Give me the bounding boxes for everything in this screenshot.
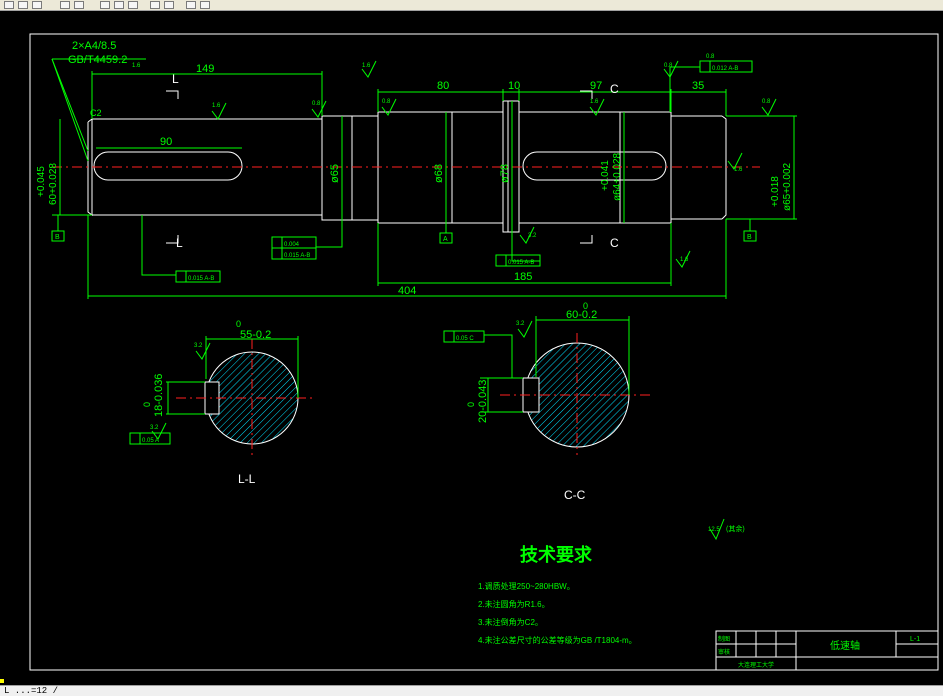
sec-c-rough: 3.2 [516, 321, 525, 327]
sec-c-box: 0.05 C [456, 336, 474, 342]
toolbar-button-copy[interactable] [114, 1, 124, 9]
spline-note-2: GB/T4459.2 [68, 54, 127, 66]
dia-right-tol-up: +0.018 [770, 176, 781, 207]
tol-box-top-label: 0.8 [706, 54, 715, 60]
rough-3: 1.6 [362, 63, 371, 69]
rough-8: 1.6 [680, 257, 689, 263]
spline-note-sub: 1.6 [132, 63, 141, 69]
dimensions: 149 90 80 10 97 35 185 404 C2 +0.045 60+… [36, 63, 797, 299]
section-c-c: 0 60-0.2 0 20-0.043 3.2 0.05 C C-C [443, 301, 650, 502]
tech-requirements: 技术要求 1.调质处理250~280HBW。 2.未注圆角为R1.6。 3.未注… [478, 544, 637, 645]
rough-rest-value: 12.5 [708, 527, 720, 533]
datum-b-right: B [747, 234, 752, 241]
tb-school: 大连理工大学 [738, 661, 774, 669]
section-l-l: 0 55-0.2 0 18-0.036 3.2 3.2 0.05 A L-L [129, 319, 316, 486]
dia-left-tol-low: 60+0.028 [48, 163, 59, 205]
spline-note-1: 2×A4/8.5 [72, 40, 116, 52]
sec-l-box: 0.05 A [142, 438, 159, 444]
tech-item-3: 3.未注倒角为C2。 [478, 617, 543, 627]
toolbar [0, 0, 943, 11]
drawing-canvas[interactable]: 149 90 80 10 97 35 185 404 C2 +0.045 60+… [0, 11, 943, 685]
dia-78: ø78 [499, 164, 511, 183]
dia-left-tol-up: +0.045 [36, 166, 47, 197]
rough-rest: 12.5 (其余) [708, 518, 745, 541]
toolbar-button-pan[interactable] [186, 1, 196, 9]
rough-2: 0.8 [312, 101, 321, 107]
dim-35: 35 [692, 80, 704, 92]
sec-c-side-tol: 0 [466, 402, 476, 407]
datum-b-left: B [55, 234, 60, 241]
tb-check: 审核 [718, 648, 730, 656]
toolbar-button-preview[interactable] [74, 1, 84, 9]
rough-rest-label: (其余) [726, 524, 745, 533]
datum-boxes: B A B [51, 215, 757, 244]
title-block: 制图 审核 低速轴 L-1 大连理工大学 [715, 630, 939, 671]
sec-l-rough: 3.2 [194, 343, 203, 349]
command-line[interactable]: L ...=12 / [0, 685, 943, 696]
rough-6: 0.8 [762, 99, 771, 105]
sec-l-label: L-L [238, 472, 256, 486]
tb-drawing-no: L-1 [910, 636, 920, 643]
dim-10: 10 [508, 80, 520, 92]
tol-box-2b: 0.015 A-B [284, 253, 310, 259]
toolbar-button-save[interactable] [32, 1, 42, 9]
toolbar-button-paste[interactable] [128, 1, 138, 9]
toolbar-button-undo[interactable] [150, 1, 160, 9]
tol-box-3: 0.015 A-B [508, 260, 534, 266]
sec-l-rough-2: 3.2 [150, 425, 159, 431]
sec-c-top: 60-0.2 [566, 309, 597, 321]
sec-l-side: 18-0.036 [153, 374, 165, 417]
tech-item-1: 1.调质处理250~280HBW。 [478, 581, 575, 591]
sec-l-top: 55-0.2 [240, 329, 271, 341]
dim-97: 97 [590, 80, 602, 92]
rough-10: 1.6 [734, 167, 743, 173]
toolbar-button-open[interactable] [18, 1, 28, 9]
keyway-left [93, 151, 243, 181]
drawing-border [29, 33, 939, 671]
dia-65: ø65 [329, 164, 341, 183]
tol-box-2a: 0.004 [284, 242, 300, 248]
dia-mid-tol-up: +0.041 [600, 160, 611, 191]
rough-7: 0.8 [664, 63, 673, 69]
toolbar-button-cut[interactable] [100, 1, 110, 9]
dim-80: 80 [437, 80, 449, 92]
tech-item-2: 2.未注圆角为R1.6。 [478, 599, 550, 609]
toolbar-button-print[interactable] [60, 1, 70, 9]
keyway-right [522, 151, 667, 181]
datum-a: A [443, 236, 448, 243]
tol-box-top: 0.012 A-B [712, 66, 738, 72]
dim-149: 149 [196, 63, 214, 75]
tol-box-1: 0.015 A-B [188, 276, 214, 282]
sec-l-side-tol: 0 [142, 402, 152, 407]
rough-9: 3.2 [528, 233, 537, 239]
dia-68: ø68 [433, 164, 445, 183]
tech-item-4: 4.未注公差尺寸的公差等级为GB /T1804-m。 [478, 635, 637, 645]
sec-c-label: C-C [564, 488, 586, 502]
dim-404: 404 [398, 285, 416, 297]
section-c-top: C [610, 82, 619, 96]
dia-right-tol-low: ø65+0.002 [782, 162, 793, 211]
dia-mid-tol-low: ø64+0.028 [612, 152, 623, 201]
cad-drawing: 149 90 80 10 97 35 185 404 C2 +0.045 60+… [0, 33, 939, 683]
section-c-bottom: C [610, 236, 619, 250]
section-l-bottom: L [176, 236, 183, 250]
rough-1: 1.6 [212, 103, 221, 109]
rough-4: 0.8 [382, 99, 391, 105]
dim-90: 90 [160, 136, 172, 148]
dim-185: 185 [514, 271, 532, 283]
tb-part-name: 低速轴 [830, 639, 860, 652]
tech-title: 技术要求 [520, 544, 593, 565]
toolbar-button-new[interactable] [4, 1, 14, 9]
section-l-top: L [172, 72, 179, 86]
tb-draw: 制图 [718, 635, 730, 643]
toolbar-button-zoom[interactable] [200, 1, 210, 9]
center-hole-note: 2×A4/8.5 GB/T4459.2 1.6 [51, 40, 146, 162]
toolbar-button-redo[interactable] [164, 1, 174, 9]
sec-c-side: 20-0.043 [477, 380, 489, 423]
ucs-marker [0, 679, 4, 683]
sec-l-top-tol: 0 [236, 319, 241, 329]
rough-5: 1.6 [590, 99, 599, 105]
chamfer-c2: C2 [90, 108, 102, 118]
